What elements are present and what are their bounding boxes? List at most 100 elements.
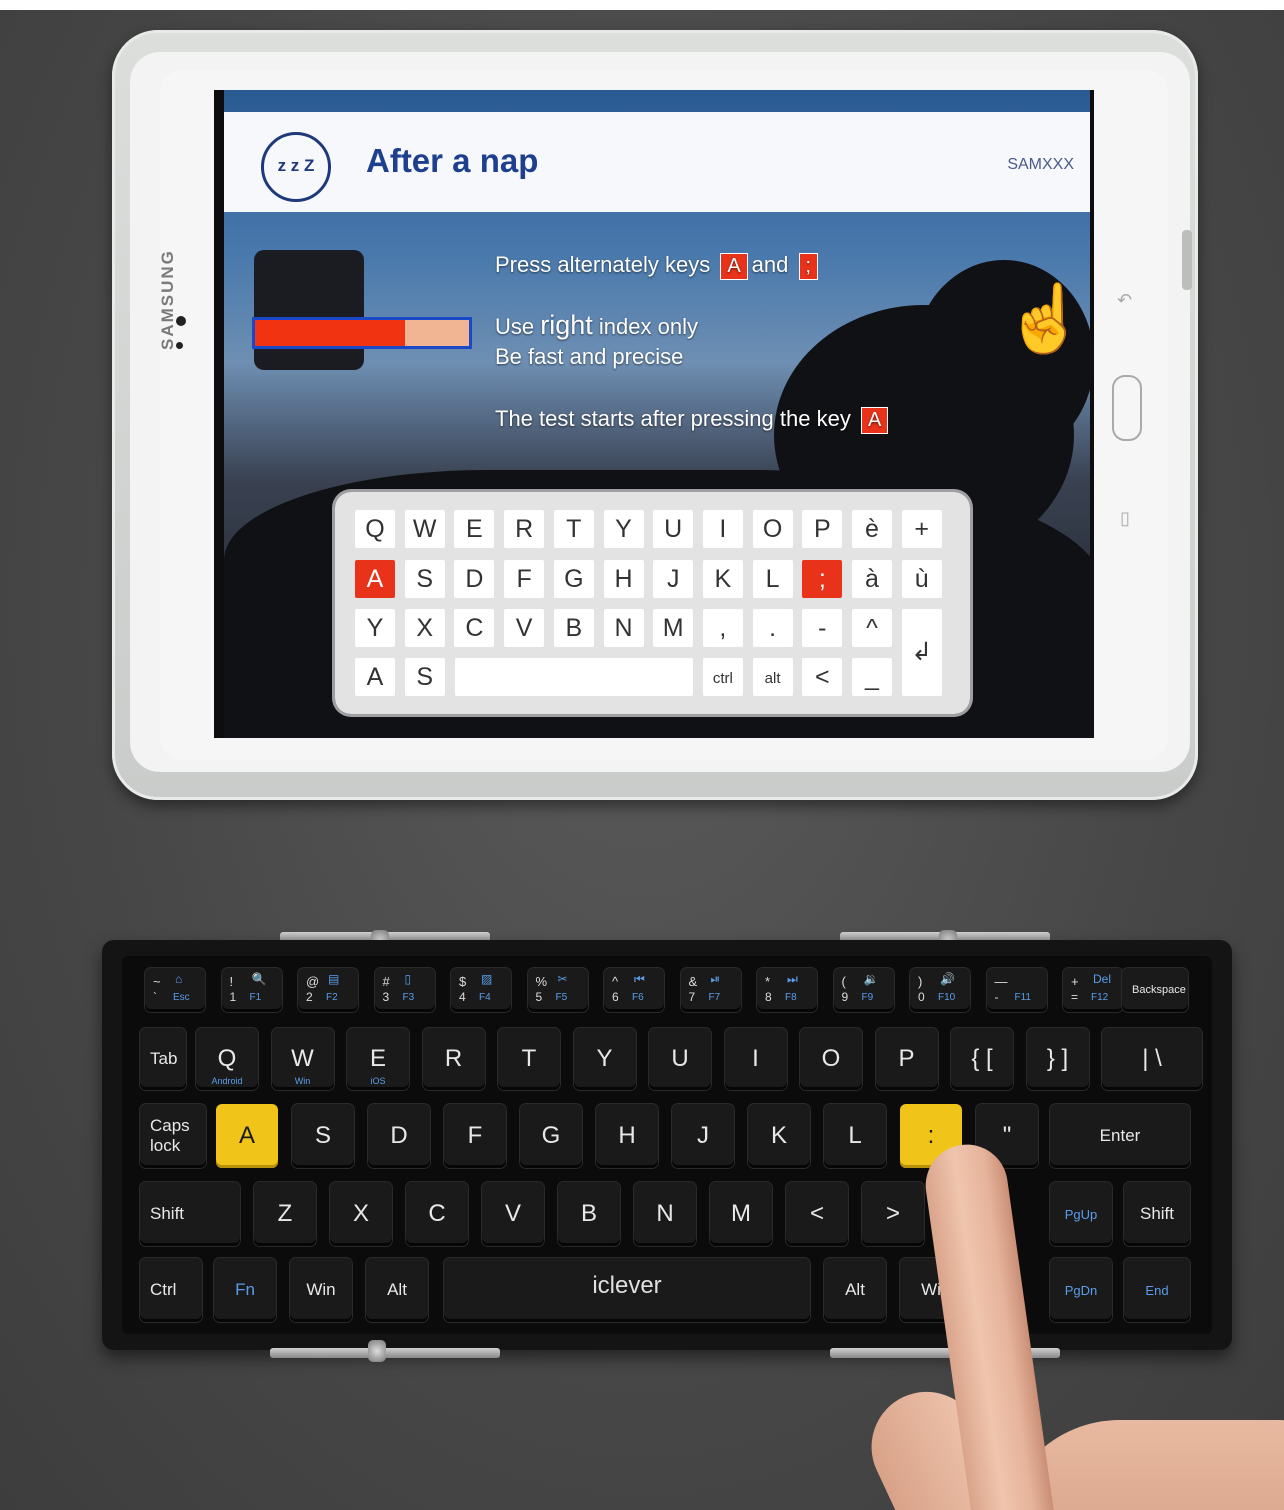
virtual-key[interactable]: C: [454, 609, 495, 647]
virtual-key[interactable]: A: [355, 560, 395, 598]
letter-key[interactable]: S: [292, 1104, 354, 1168]
virtual-key[interactable]: L: [752, 560, 793, 598]
fn-row-key[interactable]: ^ ⏮ 6 F6: [604, 968, 664, 1012]
fn-row-key[interactable]: + Del = F12: [1063, 968, 1123, 1012]
fn-key[interactable]: Fn: [214, 1258, 276, 1322]
letter-key[interactable]: A: [216, 1104, 278, 1168]
virtual-key[interactable]: ;: [802, 560, 843, 598]
virtual-key[interactable]: S: [404, 658, 445, 696]
virtual-key[interactable]: U: [653, 510, 694, 548]
virtual-key[interactable]: alt: [752, 658, 793, 696]
virtual-key[interactable]: D: [454, 560, 495, 598]
virtual-key[interactable]: Q: [355, 510, 395, 548]
virtual-key[interactable]: J: [653, 560, 694, 598]
enter-key[interactable]: Enter: [1050, 1104, 1190, 1168]
virtual-key[interactable]: B: [553, 609, 594, 647]
virtual-key[interactable]: K: [702, 560, 743, 598]
letter-key[interactable]: >: [862, 1182, 924, 1246]
virtual-key[interactable]: G: [553, 560, 594, 598]
letter-key[interactable]: Q Android: [196, 1028, 258, 1090]
letter-key[interactable]: EiOS: [347, 1028, 409, 1090]
fn-row-key[interactable]: @ ▤ 2 F2: [298, 968, 358, 1012]
letter-key[interactable]: U: [649, 1028, 711, 1090]
virtual-key[interactable]: ↲: [901, 609, 942, 696]
virtual-key[interactable]: H: [603, 560, 644, 598]
letter-key[interactable]: X: [330, 1182, 392, 1246]
virtual-key[interactable]: W: [404, 510, 445, 548]
caps-lock-key[interactable]: Caps lock: [140, 1104, 206, 1168]
letter-key[interactable]: Y: [573, 1028, 636, 1090]
page-up-key[interactable]: PgUp: [1050, 1182, 1112, 1246]
letter-key[interactable]: J: [672, 1104, 734, 1168]
letter-key[interactable]: { [: [951, 1028, 1013, 1090]
letter-key[interactable]: O: [800, 1028, 862, 1090]
fn-row-key[interactable]: (🔉 9 F9: [833, 968, 894, 1012]
fn-row-key[interactable]: — - F11: [986, 968, 1047, 1012]
letter-key[interactable]: R: [422, 1028, 485, 1090]
virtual-spacebar[interactable]: [455, 658, 693, 696]
letter-key[interactable]: W Win: [271, 1028, 334, 1090]
letter-key[interactable]: V: [482, 1182, 544, 1246]
fn-row-key[interactable]: # ▯ 3 F3: [374, 968, 435, 1012]
virtual-key[interactable]: Y: [603, 510, 644, 548]
letter-key[interactable]: T: [498, 1028, 560, 1090]
virtual-key[interactable]: F: [504, 560, 545, 598]
virtual-key[interactable]: M: [653, 609, 694, 647]
virtual-key[interactable]: -: [802, 609, 843, 647]
letter-key[interactable]: | \: [1102, 1028, 1202, 1090]
virtual-key[interactable]: .: [752, 609, 793, 647]
virtual-key[interactable]: P: [802, 510, 843, 548]
virtual-key[interactable]: ,: [702, 609, 743, 647]
virtual-key[interactable]: +: [901, 510, 942, 548]
tab-key[interactable]: Tab: [140, 1028, 186, 1090]
letter-key[interactable]: P: [875, 1028, 938, 1090]
letter-key[interactable]: <: [786, 1182, 848, 1246]
letter-key[interactable]: F: [444, 1104, 506, 1168]
virtual-key[interactable]: R: [504, 510, 545, 548]
virtual-key[interactable]: N: [603, 609, 644, 647]
letter-key[interactable]: I: [724, 1028, 787, 1090]
letter-key[interactable]: Z: [254, 1182, 316, 1246]
letter-key[interactable]: C: [406, 1182, 468, 1246]
fn-row-key[interactable]: % ✂ 5 F5: [527, 968, 588, 1012]
virtual-key[interactable]: A: [355, 658, 395, 696]
virtual-key[interactable]: <: [802, 658, 843, 696]
virtual-key[interactable]: Y: [355, 609, 395, 647]
backspace-key[interactable]: Backspace: [1122, 968, 1188, 1012]
fn-row-key[interactable]: ! 🔍 1 F1: [221, 968, 282, 1012]
letter-key[interactable]: } ]: [1026, 1028, 1089, 1090]
virtual-key[interactable]: I: [702, 510, 743, 548]
virtual-key[interactable]: è: [852, 510, 892, 548]
virtual-key[interactable]: O: [752, 510, 793, 548]
fn-row-key[interactable]: $ ▨ 4 F4: [451, 968, 511, 1012]
virtual-key[interactable]: à: [852, 560, 892, 598]
virtual-key[interactable]: T: [553, 510, 594, 548]
alt-key-left[interactable]: Alt: [366, 1258, 428, 1322]
virtual-key[interactable]: ctrl: [702, 658, 743, 696]
ctrl-key[interactable]: Ctrl: [140, 1258, 202, 1322]
virtual-key[interactable]: V: [504, 609, 545, 647]
letter-key[interactable]: G: [520, 1104, 582, 1168]
letter-key[interactable]: B: [558, 1182, 620, 1246]
fn-row-key[interactable]: & ⏯ 7 F7: [680, 968, 741, 1012]
fn-row-key[interactable]: * ⏭ 8 F8: [757, 968, 817, 1012]
letter-key[interactable]: K: [748, 1104, 810, 1168]
virtual-key[interactable]: E: [454, 510, 495, 548]
shift-key-left[interactable]: Shift: [140, 1182, 240, 1246]
shift-key-right[interactable]: Shift: [1124, 1182, 1190, 1246]
letter-key[interactable]: D: [368, 1104, 430, 1168]
fn-row-key[interactable]: ~ ⌂ ` Esc: [145, 968, 205, 1012]
letter-key[interactable]: N: [634, 1182, 696, 1246]
virtual-key[interactable]: X: [404, 609, 445, 647]
alt-key-right[interactable]: Alt: [824, 1258, 886, 1322]
fn-row-key[interactable]: ) 🔊 0 F10: [910, 968, 970, 1012]
letter-key[interactable]: L: [824, 1104, 886, 1168]
letter-key[interactable]: M: [710, 1182, 772, 1246]
spacebar[interactable]: iclever: [444, 1258, 810, 1322]
virtual-key[interactable]: ^: [852, 609, 892, 647]
page-down-key[interactable]: PgDn: [1050, 1258, 1112, 1322]
virtual-key[interactable]: ù: [901, 560, 942, 598]
end-key[interactable]: End: [1124, 1258, 1190, 1322]
virtual-key[interactable]: S: [404, 560, 445, 598]
virtual-key[interactable]: _: [852, 658, 892, 696]
